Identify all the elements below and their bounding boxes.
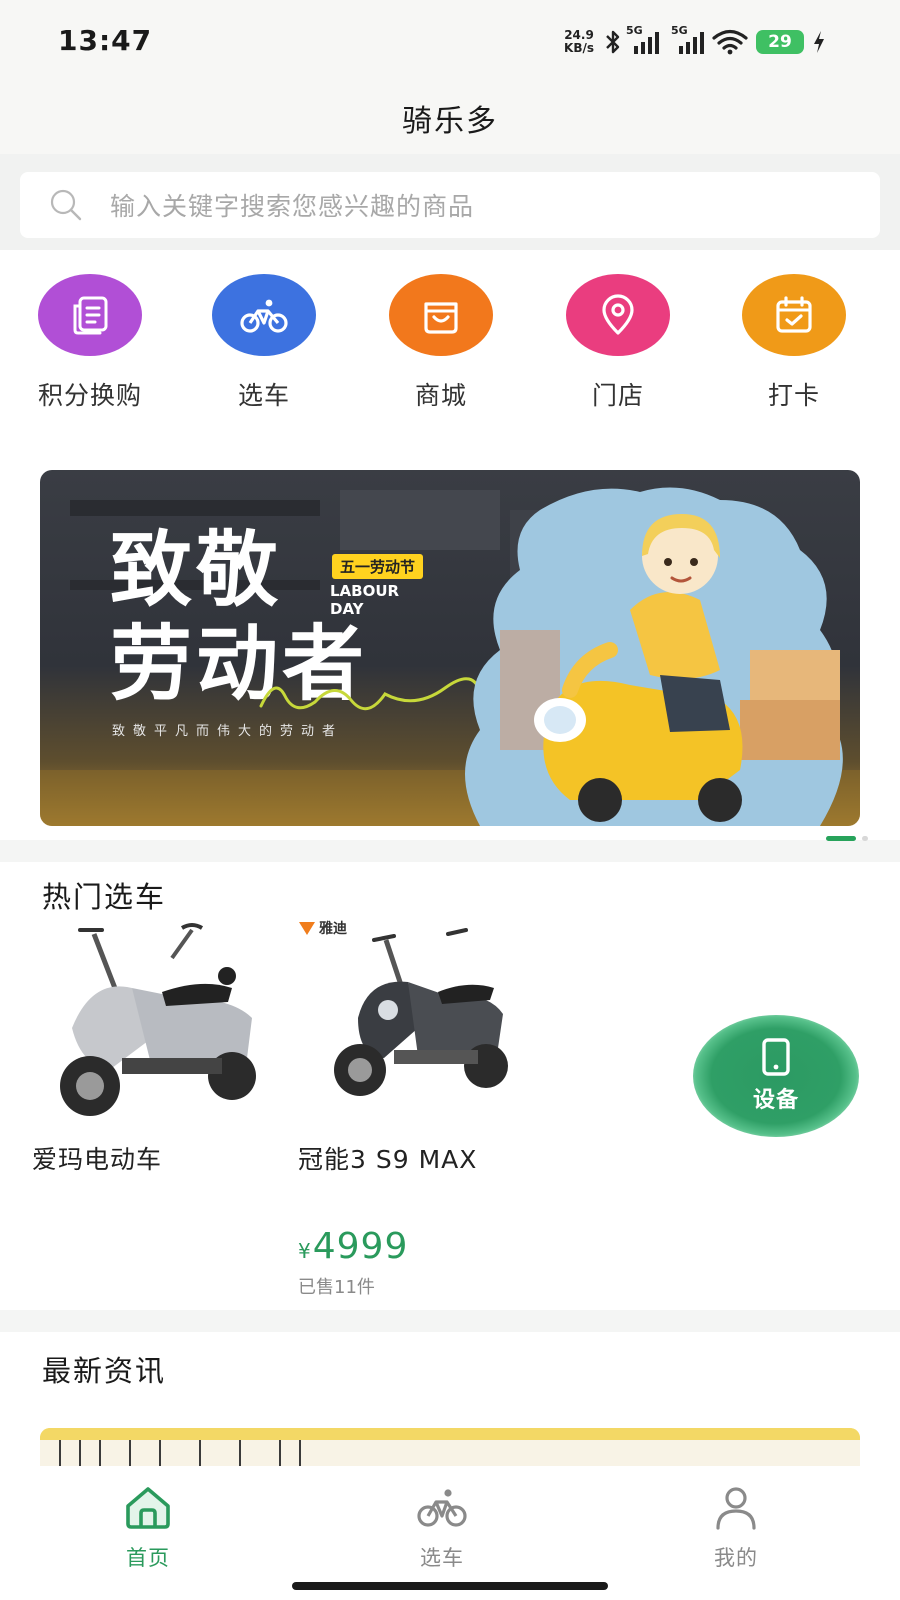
- signal-icon: 5G: [626, 24, 659, 54]
- app-header: 骑乐多: [0, 88, 900, 154]
- product-card[interactable]: 爱玛电动车: [32, 918, 282, 1176]
- page-title: 骑乐多: [402, 104, 498, 139]
- status-time: 13:47: [58, 24, 153, 57]
- product-image: 雅迪: [298, 918, 548, 1128]
- banner-pager-active: [826, 836, 856, 841]
- nav-circle: [566, 274, 670, 356]
- device-floating-button[interactable]: 设备: [693, 1015, 859, 1137]
- calendar-check-icon: [776, 296, 812, 333]
- product-name: 爱玛电动车: [32, 1145, 163, 1174]
- nav-circle: [389, 274, 493, 356]
- home-icon: [126, 1487, 170, 1529]
- promo-banner[interactable]: 致敬 劳动者 五一劳动节 LABOUR DAY 致敬平凡而伟大的劳动者: [40, 470, 860, 826]
- banner-badge: 五一劳动节: [332, 554, 424, 579]
- status-bar: 13:47 24.9 KB/s 5G 5G 29: [0, 0, 900, 88]
- section-title-news: 最新资讯: [42, 1354, 167, 1388]
- tab-label: 首页: [126, 1546, 170, 1570]
- search-placeholder: 输入关键字搜索您感兴趣的商品: [110, 192, 475, 221]
- product-price: ¥ 4999: [298, 1226, 548, 1267]
- product-name: 冠能3 S9 MAX: [298, 1145, 478, 1174]
- bicycle-icon: [417, 1489, 467, 1527]
- user-icon: [716, 1487, 756, 1530]
- search-input[interactable]: 输入关键字搜索您感兴趣的商品: [20, 172, 880, 238]
- tab-label: 选车: [420, 1546, 464, 1570]
- points-exchange-icon: [73, 296, 108, 335]
- banner-subtitle: 致敬平凡而伟大的劳动者: [112, 724, 344, 739]
- tab-choose-car[interactable]: 选车: [362, 1484, 522, 1572]
- tab-home[interactable]: 首页: [68, 1484, 228, 1572]
- nav-item-points-exchange[interactable]: 积分换购: [0, 274, 180, 412]
- tab-mine[interactable]: 我的: [656, 1484, 816, 1572]
- scooter-image: [60, 923, 256, 1116]
- network-speed: 24.9 KB/s: [564, 29, 594, 55]
- home-indicator: [292, 1582, 608, 1590]
- price-amount: 4999: [312, 1226, 409, 1267]
- bicycle-icon: [240, 299, 288, 333]
- bottom-tab-bar: 首页 选车 我的: [0, 1466, 900, 1600]
- nav-label: 选车: [237, 381, 290, 410]
- battery-icon: 29: [756, 30, 804, 54]
- bluetooth-icon: [606, 30, 620, 54]
- nav-label: 积分换购: [37, 381, 142, 410]
- banner-pager-dot: [862, 836, 868, 841]
- section-title-hot: 热门选车: [42, 880, 167, 914]
- banner-illustration: [465, 487, 843, 826]
- wifi-icon: [712, 29, 748, 55]
- signal-tag: 5G: [671, 24, 688, 37]
- sold-count: 已售11件: [298, 1277, 375, 1298]
- tab-label: 我的: [714, 1546, 758, 1570]
- nav-label: 门店: [591, 381, 644, 410]
- nav-item-choose-car[interactable]: 选车: [174, 274, 354, 412]
- product-image: [32, 918, 282, 1128]
- nav-label: 打卡: [767, 381, 820, 410]
- location-pin-icon: [602, 294, 634, 335]
- charging-icon: [814, 31, 824, 53]
- tablet-device-icon: [762, 1038, 790, 1076]
- nav-label: 商城: [414, 381, 467, 410]
- nav-circle: [742, 274, 846, 356]
- search-section: 输入关键字搜索您感兴趣的商品: [0, 154, 900, 250]
- scooter-image: [334, 928, 508, 1096]
- network-speed-unit: KB/s: [564, 41, 594, 55]
- banner-english-line2: DAY: [330, 600, 364, 618]
- nav-circle: [212, 274, 316, 356]
- search-icon: [50, 189, 82, 221]
- news-section: 最新资讯: [0, 1332, 900, 1472]
- banner-english-line1: LABOUR: [330, 582, 400, 600]
- shopping-bag-icon: [424, 302, 458, 334]
- status-icons: 24.9 KB/s 5G 5G 29: [564, 24, 826, 60]
- signal-icon: 5G: [671, 24, 704, 54]
- battery-level: 29: [768, 32, 792, 52]
- price-symbol: ¥: [298, 1239, 311, 1263]
- nav-item-store[interactable]: 门店: [528, 274, 708, 412]
- nav-item-mall[interactable]: 商城: [351, 274, 531, 412]
- device-label: 设备: [752, 1088, 799, 1113]
- product-card[interactable]: 雅迪 冠能3 S9 MAX ¥ 4999 已售11件: [298, 918, 548, 1299]
- banner-title-line1: 致敬: [110, 523, 283, 618]
- banner-english: LABOUR DAY: [330, 582, 399, 618]
- signal-tag: 5G: [626, 24, 643, 37]
- nav-circle: [38, 274, 142, 356]
- nav-item-check-in[interactable]: 打卡: [704, 274, 884, 412]
